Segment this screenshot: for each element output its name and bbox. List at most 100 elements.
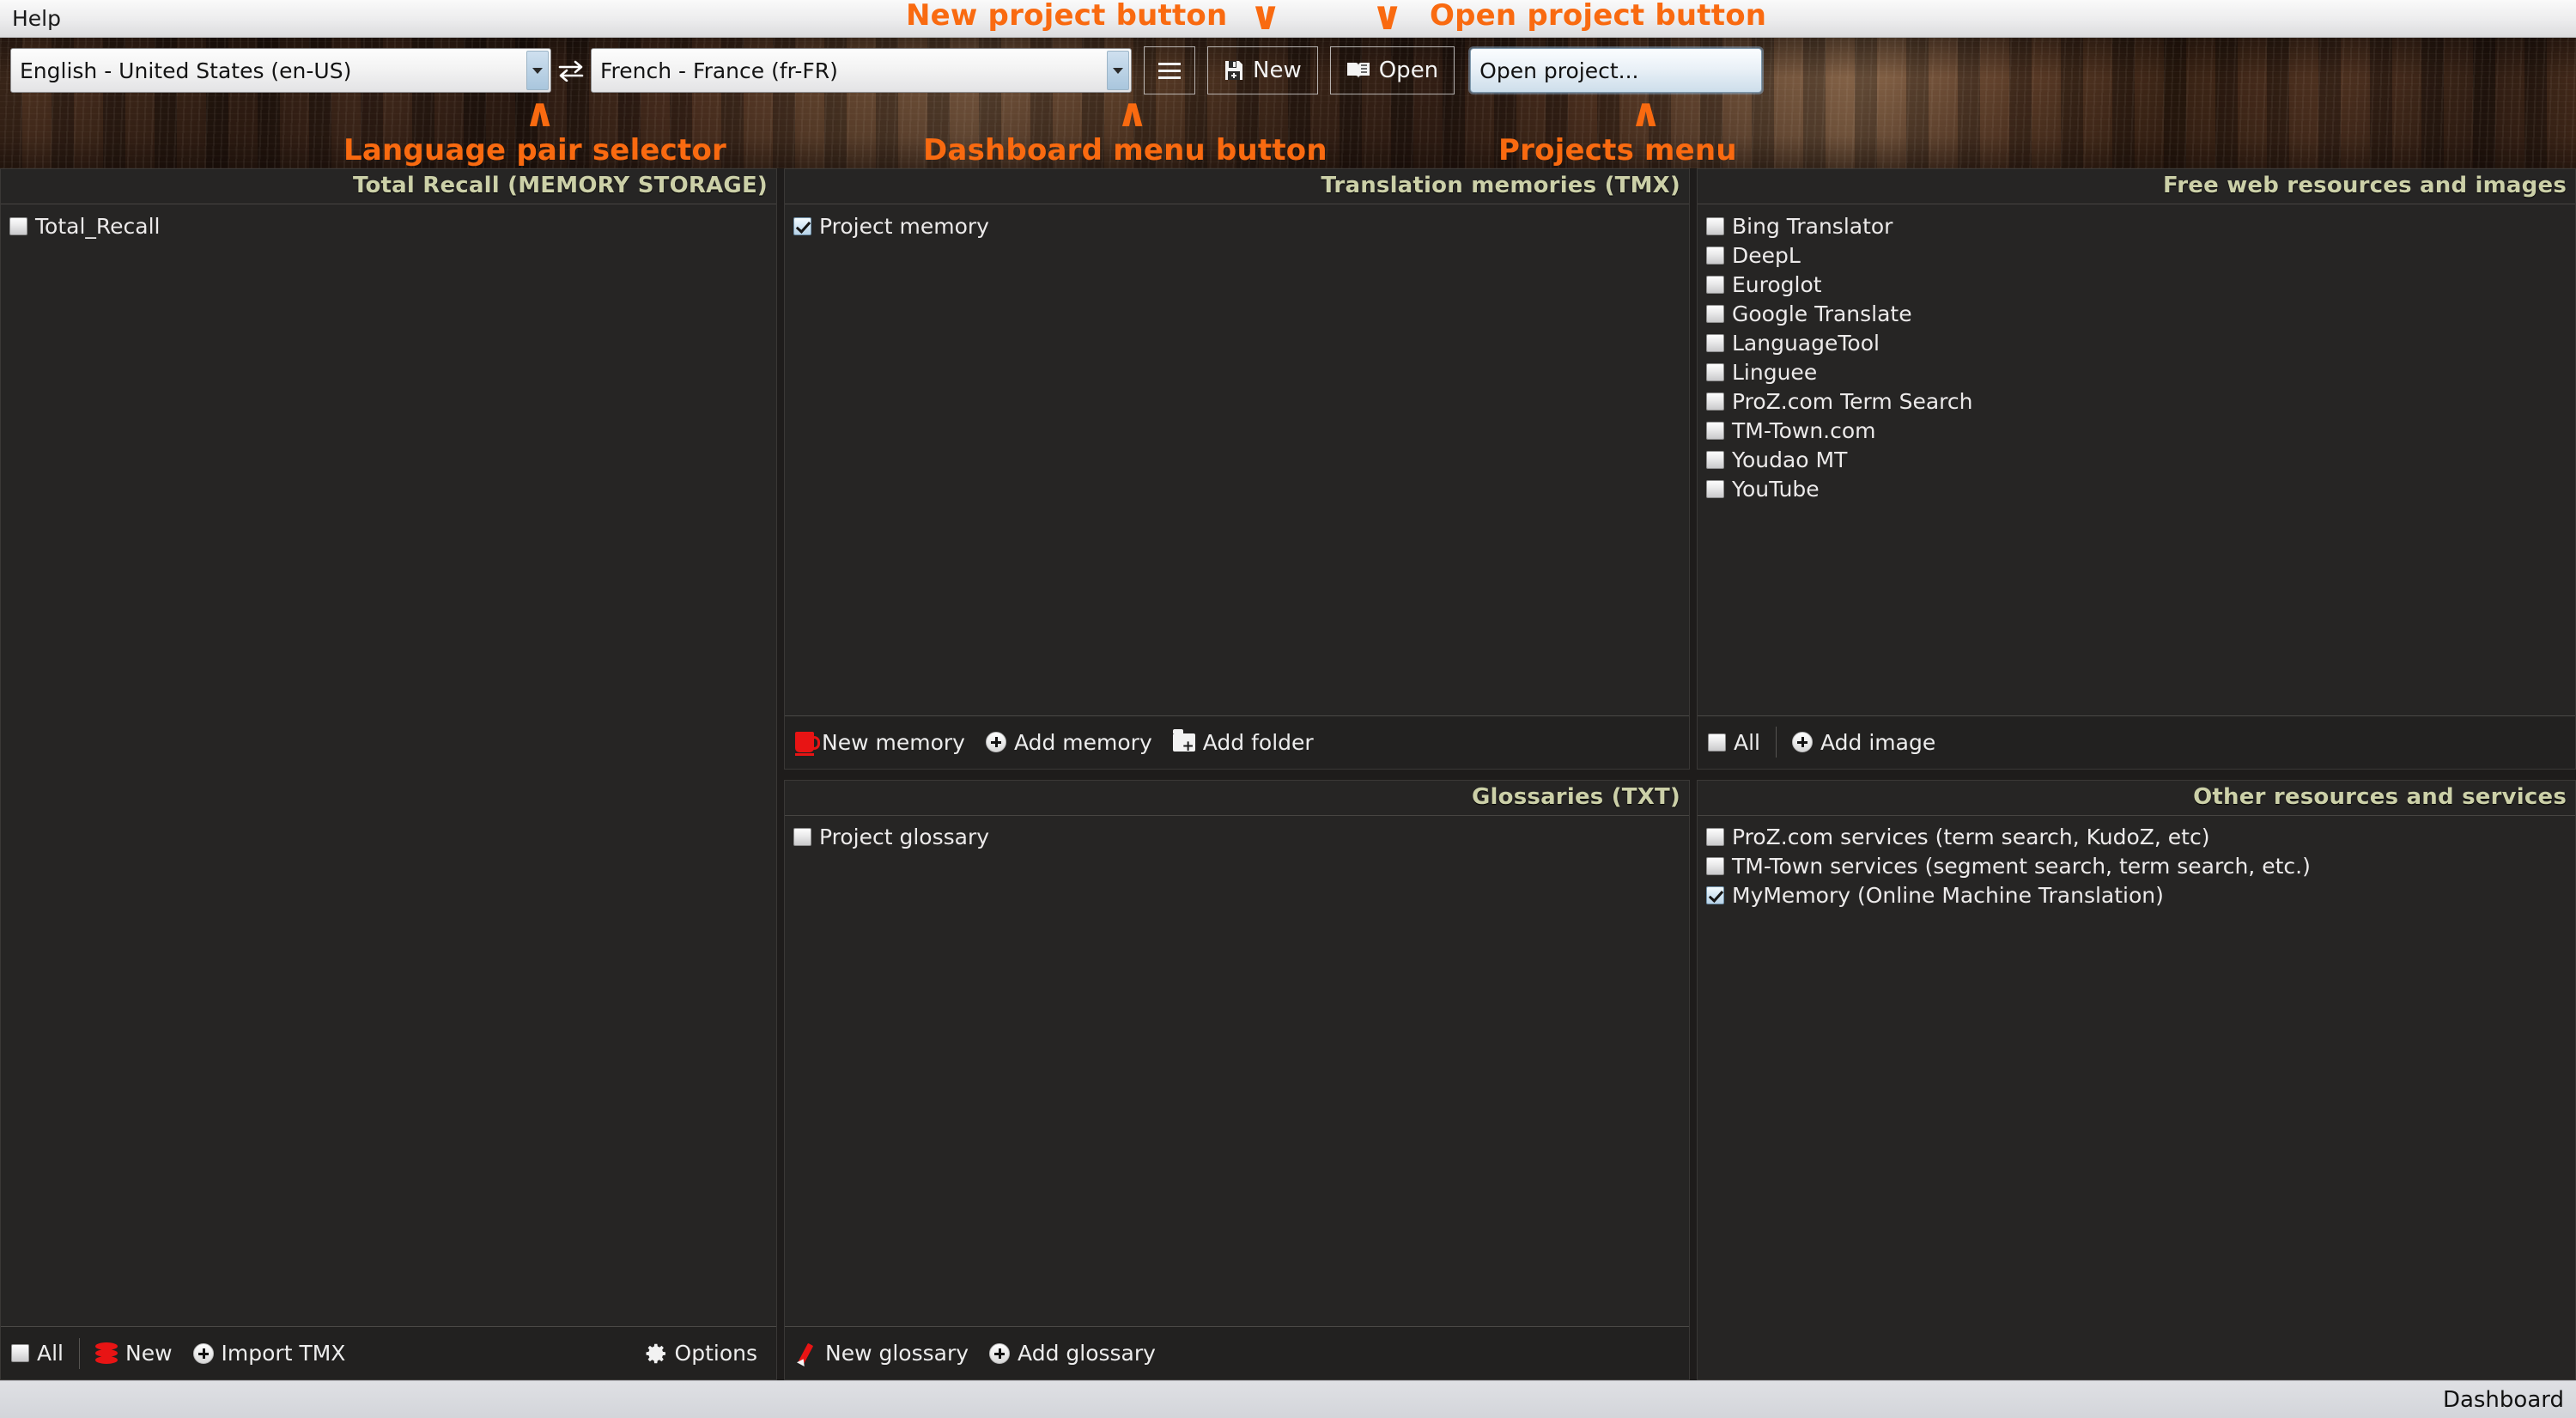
checkbox-icon[interactable] <box>1706 304 1724 323</box>
swap-languages-icon[interactable] <box>551 59 591 82</box>
web-resource-item[interactable]: YouTube <box>1704 474 2570 503</box>
translation-memories-panel: Translation memories (TMX) Project memor… <box>784 168 1690 770</box>
web-resource-label: LanguageTool <box>1732 330 1880 356</box>
new-project-button[interactable]: New <box>1207 46 1318 94</box>
total-recall-import-tmx-button[interactable]: Import TMX <box>183 1333 356 1374</box>
checkbox-icon[interactable] <box>1706 479 1724 498</box>
web-resources-all-label: All <box>1734 729 1760 755</box>
new-memory-button[interactable]: New memory <box>793 721 975 763</box>
new-glossary-button[interactable]: New glossary <box>793 1333 979 1374</box>
vertical-splitter[interactable] <box>777 168 784 1380</box>
open-project-label: Open <box>1378 58 1439 83</box>
resources-column: Free web resources and images Bing Trans… <box>1697 168 2576 1380</box>
annotation-new-project-button: New project button <box>906 0 1228 33</box>
gear-icon <box>645 1342 667 1365</box>
checkbox-icon[interactable] <box>1706 450 1724 469</box>
other-resource-label: ProZ.com services (term search, KudoZ, e… <box>1732 825 2210 849</box>
web-resource-item[interactable]: TM-Town.com <box>1704 416 2570 445</box>
total-recall-options-button[interactable]: Options <box>635 1333 768 1374</box>
add-memory-button[interactable]: Add memory <box>975 721 1163 763</box>
chevron-down-icon[interactable] <box>526 51 549 90</box>
checkbox-icon[interactable] <box>1706 886 1724 904</box>
menu-item-help[interactable]: Help <box>0 0 73 38</box>
new-glossary-label: New glossary <box>825 1341 969 1366</box>
other-resource-item[interactable]: MyMemory (Online Machine Translation) <box>1704 881 2570 910</box>
total-recall-list: Total_Recall <box>1 204 776 1326</box>
total-recall-options-label: Options <box>674 1341 757 1366</box>
mug-icon <box>795 732 820 756</box>
web-resource-item[interactable]: LanguageTool <box>1704 328 2570 357</box>
status-bar-text: Dashboard <box>2442 1386 2564 1413</box>
web-resources-all-checkbox[interactable]: All <box>1706 721 1771 763</box>
glossary-item[interactable]: Project glossary <box>792 823 1684 852</box>
source-language-selector[interactable]: English - United States (en-US) <box>10 48 551 93</box>
chevron-down-icon[interactable] <box>1107 51 1129 90</box>
web-resources-title: Free web resources and images <box>2162 173 2567 198</box>
target-language-value: French - France (fr-FR) <box>600 58 838 83</box>
other-resource-label: TM-Town services (segment search, term s… <box>1732 854 2311 879</box>
new-memory-label: New memory <box>822 729 965 755</box>
add-glossary-button[interactable]: Add glossary <box>979 1333 1166 1374</box>
checkbox-icon[interactable] <box>1706 275 1724 294</box>
web-resource-label: TM-Town.com <box>1732 417 1876 443</box>
total-recall-new-label: New <box>125 1341 173 1366</box>
add-memory-label: Add memory <box>1013 729 1152 755</box>
annotation-dashboard-menu-button: Dashboard menu button <box>923 133 1327 167</box>
pencil-icon <box>795 1342 817 1365</box>
total-recall-title: Total Recall (MEMORY STORAGE) <box>352 173 768 198</box>
web-resource-item[interactable]: Bing Translator <box>1704 211 2570 240</box>
checkbox-icon[interactable] <box>11 1344 29 1362</box>
checkbox-icon[interactable] <box>1706 421 1724 440</box>
divider <box>1776 727 1777 758</box>
vertical-splitter[interactable] <box>1690 168 1697 1380</box>
add-folder-button[interactable]: Add folder <box>1163 721 1324 763</box>
folder-add-icon <box>1172 728 1195 754</box>
add-image-button[interactable]: Add image <box>1782 721 1946 763</box>
glossaries-list: Project glossary <box>785 814 1689 1326</box>
web-resource-label: Youdao MT <box>1732 447 1848 472</box>
translation-memories-list: Project memory <box>785 204 1689 715</box>
web-resource-item[interactable]: Youdao MT <box>1704 445 2570 474</box>
checkbox-icon[interactable] <box>1706 216 1724 235</box>
projects-menu[interactable]: Open project... <box>1470 48 1763 93</box>
total-recall-all-checkbox[interactable]: All <box>9 1333 74 1374</box>
web-resource-item[interactable]: Linguee <box>1704 357 2570 386</box>
web-resource-item[interactable]: DeepL <box>1704 240 2570 270</box>
checkbox-icon[interactable] <box>793 828 811 846</box>
checkbox-icon[interactable] <box>1706 246 1724 265</box>
total-recall-item[interactable]: Total_Recall <box>8 211 771 240</box>
web-resource-label: ProZ.com Term Search <box>1732 388 1973 414</box>
total-recall-new-button[interactable]: New <box>85 1333 183 1374</box>
horizontal-splitter[interactable] <box>1697 769 2576 780</box>
annotation-caret-down: ∨ <box>1371 0 1404 39</box>
dashboard-menu-button[interactable] <box>1144 46 1195 94</box>
web-resource-item[interactable]: ProZ.com Term Search <box>1704 386 2570 416</box>
other-resources-title: Other resources and services <box>2193 783 2567 810</box>
checkbox-icon[interactable] <box>1706 362 1724 381</box>
checkbox-icon[interactable] <box>1708 733 1726 752</box>
total-recall-footer: All New Import TMX Options <box>1 1326 776 1379</box>
web-resource-label: Google Translate <box>1732 301 1912 326</box>
total-recall-all-label: All <box>37 1341 64 1366</box>
checkbox-icon[interactable] <box>1706 828 1724 846</box>
web-resource-label: Linguee <box>1732 359 1818 385</box>
checkbox-icon[interactable] <box>1706 333 1724 352</box>
checkbox-icon[interactable] <box>1706 392 1724 411</box>
checkbox-icon[interactable] <box>1706 857 1724 875</box>
horizontal-splitter[interactable] <box>784 769 1690 780</box>
database-icon <box>95 1342 118 1365</box>
checkbox-icon[interactable] <box>793 216 811 235</box>
open-project-button[interactable]: Open <box>1329 46 1455 94</box>
other-resource-item[interactable]: TM-Town services (segment search, term s… <box>1704 852 2570 881</box>
checkbox-icon[interactable] <box>9 216 27 235</box>
web-resource-label: Euroglot <box>1732 271 1822 297</box>
translation-memory-item[interactable]: Project memory <box>792 211 1684 240</box>
web-resource-item[interactable]: Euroglot <box>1704 270 2570 299</box>
add-glossary-label: Add glossary <box>1018 1341 1156 1366</box>
target-language-selector[interactable]: French - France (fr-FR) <box>591 48 1132 93</box>
other-resource-label: MyMemory (Online Machine Translation) <box>1732 883 2164 908</box>
hamburger-menu-icon <box>1158 62 1181 79</box>
other-resource-item[interactable]: ProZ.com services (term search, KudoZ, e… <box>1704 823 2570 852</box>
annotation-caret-up: ∧ <box>1630 89 1662 136</box>
web-resource-item[interactable]: Google Translate <box>1704 299 2570 328</box>
